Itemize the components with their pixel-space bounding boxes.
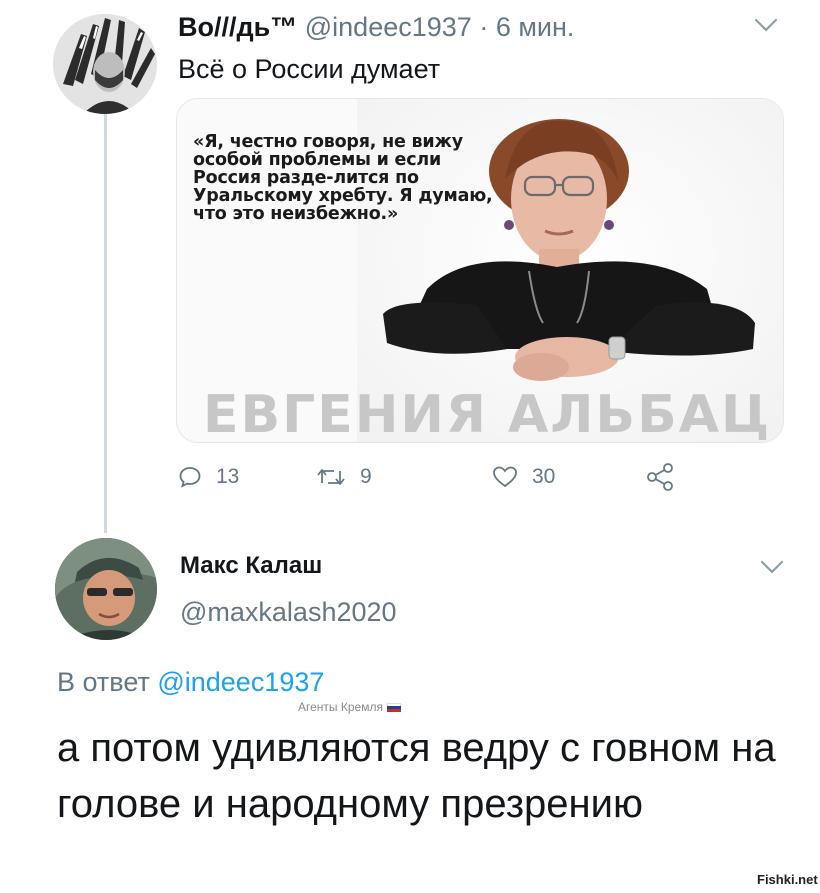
display-name[interactable]: Макс Калаш bbox=[180, 552, 322, 580]
user-badge: Агенты Кремля bbox=[298, 700, 401, 714]
tweet-header: Во///дь™ @indeec1937 · 6 мин. bbox=[178, 10, 574, 44]
tweet-text: а потом удивляются ведру с говном на гол… bbox=[57, 726, 776, 826]
tweet-text: Всё о России думает bbox=[178, 54, 441, 84]
like-count: 30 bbox=[532, 465, 556, 488]
retweet-count: 9 bbox=[360, 465, 372, 488]
reply-button[interactable]: 13 bbox=[178, 465, 239, 489]
share-button[interactable] bbox=[646, 463, 676, 491]
media-caption: ЕВГЕНИЯ АЛЬБАЦ bbox=[203, 385, 772, 443]
timestamp[interactable]: 6 мин. bbox=[496, 12, 575, 42]
watermark: Fishki.net bbox=[757, 872, 818, 887]
reply-context: В ответ @indeec1937 bbox=[57, 667, 324, 698]
separator: · bbox=[479, 12, 489, 42]
avatar-image bbox=[53, 14, 157, 114]
user-handle[interactable]: @maxkalash2020 bbox=[180, 597, 397, 628]
display-name[interactable]: Во///дь™ bbox=[178, 12, 297, 42]
tweet-media[interactable]: «Я, честно говоря, не вижу особой пробле… bbox=[176, 98, 784, 443]
chevron-down-icon[interactable] bbox=[754, 8, 778, 32]
share-icon bbox=[647, 463, 673, 491]
russia-flag-icon bbox=[386, 702, 401, 712]
avatar[interactable] bbox=[53, 14, 157, 114]
reply-to-link[interactable]: @indeec1937 bbox=[157, 667, 324, 697]
quote-text: «Я, честно говоря, не вижу особой пробле… bbox=[193, 132, 493, 224]
avatar[interactable] bbox=[55, 538, 157, 640]
user-handle[interactable]: @indeec1937 bbox=[305, 12, 472, 42]
like-icon bbox=[493, 466, 517, 488]
reply-count: 13 bbox=[216, 465, 240, 488]
reply-icon bbox=[179, 467, 201, 488]
avatar-image bbox=[55, 538, 157, 640]
chevron-down-icon[interactable] bbox=[760, 550, 784, 574]
thread-line bbox=[104, 113, 107, 533]
reply-prefix: В ответ bbox=[57, 667, 150, 697]
retweet-button[interactable]: 9 bbox=[316, 465, 372, 489]
retweet-icon bbox=[317, 469, 345, 485]
badge-label: Агенты Кремля bbox=[298, 700, 383, 714]
like-button[interactable]: 30 bbox=[492, 465, 555, 489]
